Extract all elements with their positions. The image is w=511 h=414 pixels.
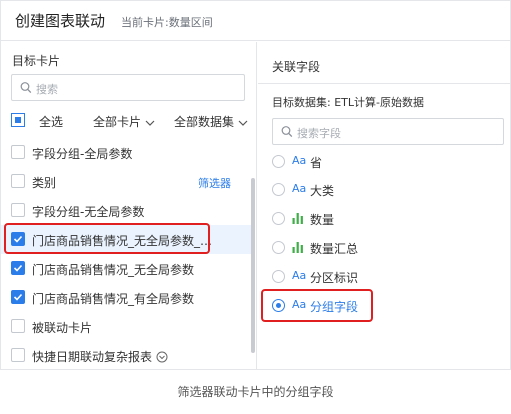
card-filter-dropdown[interactable]: 全部卡片 [93, 113, 155, 130]
dataset-filter-dropdown[interactable]: 全部数据集 [174, 113, 248, 130]
item-checkbox[interactable] [11, 348, 25, 362]
chevron-down-icon [145, 120, 155, 126]
item-checkbox[interactable] [11, 145, 25, 159]
item-checkbox[interactable] [11, 203, 25, 217]
list-item[interactable]: 被联动卡片 [1, 312, 251, 341]
field-option[interactable]: 数量汇总 [272, 238, 504, 258]
related-field-heading: 关联字段 [272, 60, 321, 74]
dialog-header: 创建图表联动 当前卡片:数量区间 [1, 1, 510, 41]
field-radio[interactable] [272, 155, 285, 168]
field-option[interactable]: 数量 [272, 209, 504, 229]
text-type-icon: Aa [292, 269, 307, 282]
field-radio[interactable] [272, 241, 285, 254]
link-chart-dialog: 创建图表联动 当前卡片:数量区间 目标卡片 搜索 全选 全部卡片 全部数据集 字… [0, 0, 511, 370]
card-search-placeholder: 搜索 [36, 83, 58, 96]
item-label: 门店商品销售情况_有全局参数 [32, 292, 195, 306]
search-icon [281, 126, 293, 138]
chevron-down-icon [238, 120, 248, 126]
field-name: 数量 [310, 213, 335, 227]
target-dataset-label: 目标数据集: ETL计算-原始数据 [272, 96, 424, 109]
field-search-input[interactable]: 搜索字段 [272, 118, 504, 145]
item-checkbox[interactable] [11, 319, 25, 333]
bar-chart-icon [292, 213, 303, 224]
info-circle-chevron-icon[interactable] [156, 351, 168, 363]
dataset-filter-label: 全部数据集 [174, 115, 235, 129]
text-type-icon: Aa [292, 154, 307, 167]
field-name: 分区标识 [310, 271, 359, 285]
item-checkbox-checked[interactable] [11, 261, 25, 275]
divider [258, 83, 510, 84]
list-item[interactable]: 字段分组-无全局参数 [1, 196, 251, 225]
item-label: 被联动卡片 [32, 321, 93, 335]
item-label: 字段分组-无全局参数 [32, 205, 145, 219]
dialog-title: 创建图表联动 [15, 12, 106, 30]
figure-caption: 筛选器联动卡片中的分组字段 [177, 385, 334, 399]
field-name: 大类 [310, 184, 335, 198]
select-all-label[interactable]: 全选 [39, 113, 63, 130]
field-search-placeholder: 搜索字段 [297, 127, 341, 140]
list-item[interactable]: 门店商品销售情况_无全局参数 [1, 254, 251, 283]
check-icon [13, 264, 23, 272]
list-item[interactable]: 字段分组-全局参数 [1, 138, 251, 167]
annotation-highlight-box [261, 289, 373, 322]
list-scrollbar[interactable] [251, 178, 255, 353]
target-card-pane: 目标卡片 搜索 全选 全部卡片 全部数据集 字段分组-全局参数 类别 筛选器 字… [1, 42, 257, 369]
check-icon [13, 293, 23, 301]
field-radio[interactable] [272, 212, 285, 225]
field-option[interactable]: Aa 大类 [272, 180, 504, 200]
item-label: 类别 [32, 176, 57, 190]
field-option[interactable]: Aa 省 [272, 152, 504, 172]
item-label: 快捷日期联动复杂报表 [32, 348, 168, 365]
item-label-text: 快捷日期联动复杂报表 [32, 350, 153, 364]
bar-chart-icon [292, 242, 303, 253]
item-label: 字段分组-全局参数 [32, 147, 133, 161]
annotation-highlight-box [4, 223, 210, 254]
card-toolbar: 全选 全部卡片 全部数据集 [11, 111, 251, 129]
current-card-label: 当前卡片:数量区间 [121, 16, 213, 29]
card-filter-label: 全部卡片 [93, 115, 142, 129]
related-field-pane: 关联字段 目标数据集: ETL计算-原始数据 搜索字段 Aa 省 Aa 大类 数… [258, 42, 510, 369]
select-all-checkbox[interactable] [11, 113, 25, 127]
filter-badge: 筛选器 [198, 177, 231, 190]
field-name: 数量汇总 [310, 242, 359, 256]
item-checkbox[interactable] [11, 174, 25, 188]
item-checkbox-checked[interactable] [11, 290, 25, 304]
search-icon [20, 82, 32, 94]
target-card-heading: 目标卡片 [12, 54, 61, 68]
list-item[interactable]: 快捷日期联动复杂报表 [1, 341, 251, 370]
field-name: 省 [310, 156, 323, 170]
field-radio[interactable] [272, 270, 285, 283]
list-item[interactable]: 门店商品销售情况_有全局参数 [1, 283, 251, 312]
field-option[interactable]: Aa 分区标识 [272, 267, 504, 287]
field-radio[interactable] [272, 183, 285, 196]
list-item[interactable]: 类别 筛选器 [1, 167, 251, 196]
item-label: 门店商品销售情况_无全局参数 [32, 263, 195, 277]
card-search-input[interactable]: 搜索 [11, 74, 245, 101]
text-type-icon: Aa [292, 182, 307, 195]
